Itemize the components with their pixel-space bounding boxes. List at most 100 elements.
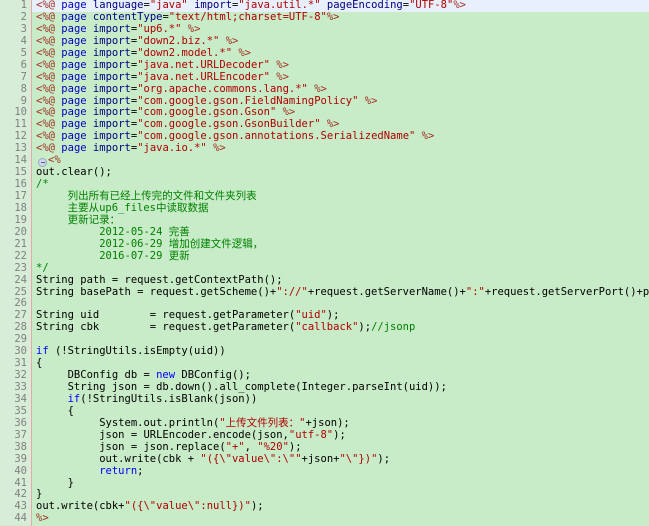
code-line-content: %> [36,512,49,525]
code-line[interactable]: 34 if(!StringUtils.isBlank(json)) [0,392,649,406]
code-token: */ [36,261,49,274]
code-token: page [61,34,87,47]
code-line-content: if (!StringUtils.isEmpty(uid)) [36,345,226,358]
code-token: ":" [465,285,485,298]
code-line-content: String basePath = request.getScheme()+ ":… [36,285,649,299]
code-token: %> [238,46,251,59]
code-line[interactable]: 44 %> [0,512,649,526]
code-token: import [92,22,131,35]
line-number: 6 [0,59,31,72]
code-token: page [61,70,87,83]
line-number: 7 [0,71,31,84]
code-line[interactable]: 28 String cbk = request.getParameter("cal… [0,321,649,335]
code-token: String json = db.down().all_complete(Int… [36,381,447,393]
code-token: //jsonp [371,321,416,334]
code-token: { [36,357,43,370]
code-token: import [92,70,131,83]
gutter-divider [31,0,32,526]
code-line[interactable]: 15 out.clear(); [0,166,649,180]
code-token: "上传文件列表：" [219,416,306,429]
code-token: import [92,94,131,107]
code-fold-collapse-icon[interactable] [38,157,47,167]
code-token: %> [314,82,327,95]
code-token: if [67,392,81,405]
code-token: %> [213,142,226,155]
code-token: <%@ [36,130,55,143]
code-line[interactable]: 40 return; [0,465,649,478]
code-token: +request.getServerPort()+path+ [484,285,649,298]
line-number: 37 [0,429,31,442]
code-token: import [92,58,131,71]
code-token: <%@ [36,22,55,35]
line-number: 22 [0,250,31,263]
code-token: %> [187,22,201,35]
code-token: %> [453,0,466,11]
code-token: "utf-8" [288,428,334,441]
code-token: { [36,404,74,417]
code-line[interactable]: 13 <%@ page import="java.io.*" %> [0,142,649,156]
code-token: json = URLEncoder.encode(json, [36,428,289,441]
code-token: <%@ [36,46,55,59]
code-token: <%@ [36,82,55,95]
code-token: out.write(cbk + [36,452,201,465]
code-token: page [61,58,87,71]
code-token: } [36,476,74,489]
code-token: ); [326,309,340,322]
line-number: 20 [0,226,31,239]
code-token: language [92,0,144,11]
code-token: "down2.model.*" [137,46,233,59]
code-token: <%@ [36,34,55,47]
code-token: <%@ [36,142,55,155]
code-token: page [61,130,87,143]
code-line[interactable]: 25 String basePath = request.getScheme()+… [0,285,649,299]
line-number: 24 [0,274,31,287]
code-token: contentType [92,10,163,23]
code-token: %> [276,58,289,71]
code-token: import [92,130,131,143]
code-token: String basePath = request.getScheme()+ [36,285,277,298]
code-token: 2012-06-29 增加创建文件逻辑， [36,237,264,250]
code-token: ); [333,428,346,441]
code-token: import [92,106,131,119]
code-token: %> [276,70,289,83]
code-token: 列出所有已经上传完的文件和文件夹列表 [36,190,257,202]
code-token: import [92,46,131,59]
line-number: 39 [0,453,31,466]
code-editor[interactable]: 1 <%@ page language="java" import="java.u… [0,0,649,526]
code-token: "UTF-8" [409,0,454,11]
code-token: "org.apache.commons.lang.*" [137,82,308,95]
code-line-content: 2016-07-29 更新 [36,249,190,263]
code-token: %> [364,94,378,107]
code-token: import [92,82,131,95]
code-token: <% [48,154,61,167]
code-token: ); [377,452,391,465]
code-token: "\"})" [339,452,378,465]
code-token: %> [326,10,340,23]
code-token: %> [36,512,49,525]
code-token: %> [282,106,296,119]
code-token: +json+ [301,452,340,465]
code-token: page [61,106,87,119]
line-number: 36 [0,417,31,430]
code-token: 主要从up6_files中读取数据 [36,201,209,214]
code-line[interactable]: 30 if (!StringUtils.isEmpty(uid)) [0,345,649,359]
line-number: 8 [0,83,31,96]
code-token: page [61,118,87,131]
code-token: "java.io.*" [137,142,207,155]
code-token: String cbk = request.getParameter( [36,321,296,334]
code-token: "+" [225,440,245,453]
line-number: 5 [0,47,31,60]
code-line[interactable]: 22 2016-07-29 更新 [0,249,649,263]
code-token: 2016-07-29 更新 [36,249,190,262]
code-token: if [36,345,49,358]
code-token: "callback" [295,321,359,334]
code-token: "com.google.gson.FieldNamingPolicy" [137,94,359,107]
code-line[interactable]: 41 } [0,476,649,490]
code-token: } [36,488,43,501]
code-token: (!StringUtils.isEmpty(uid)) [48,345,226,358]
code-line[interactable]: 43 out.write(cbk+"({\"value\":null})"); [0,500,649,514]
code-token: "({\"value\":\"" [200,452,302,465]
code-token: System.out.println( [36,416,220,429]
code-token: "java.net.URLDecoder" [137,58,270,71]
